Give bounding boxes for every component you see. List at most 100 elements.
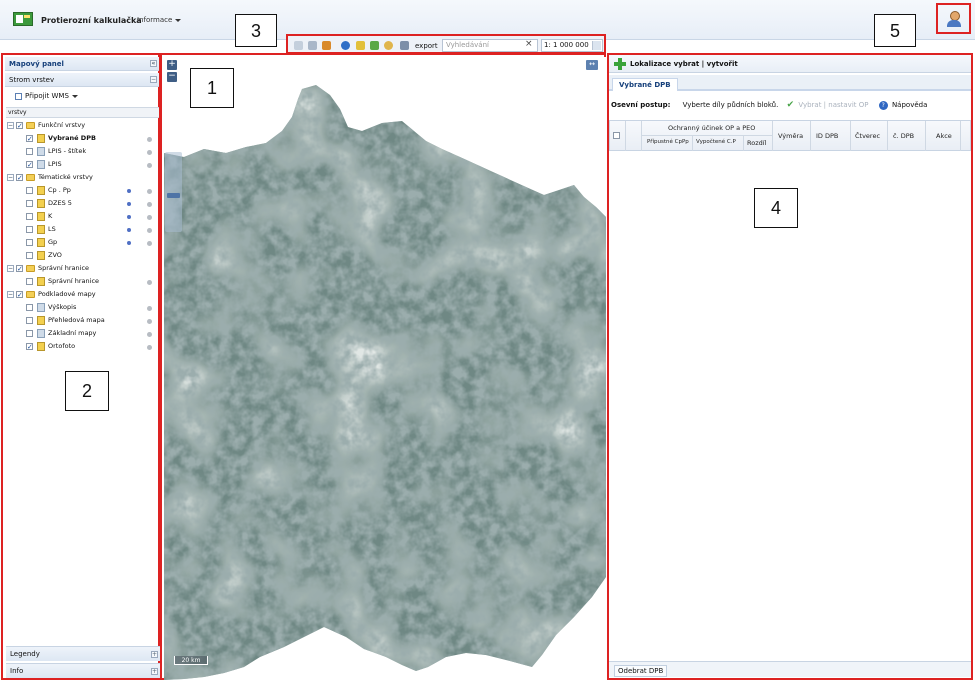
collapse-icon[interactable]: −	[7, 122, 14, 129]
plus-icon[interactable]: +	[151, 651, 158, 658]
layer-checkbox[interactable]	[26, 148, 33, 155]
orthophoto-map[interactable]	[164, 57, 606, 680]
layer-checkbox[interactable]	[26, 341, 33, 354]
zoom-search-icon[interactable]	[384, 41, 393, 50]
layer-settings-icon[interactable]	[147, 150, 152, 155]
layer-settings-icon[interactable]	[147, 332, 152, 337]
layer-legend-dot[interactable]	[127, 215, 131, 219]
select-all-checkbox[interactable]	[613, 132, 620, 139]
grid-col-number[interactable]: č. DPB	[893, 132, 914, 140]
layer-settings-icon[interactable]	[147, 163, 152, 168]
layer-checkbox[interactable]	[26, 226, 33, 233]
layer-group-row[interactable]: − Tématické vrstvy	[6, 171, 159, 185]
layer-settings-icon[interactable]	[147, 228, 152, 233]
grid-col-id[interactable]: ID DPB	[816, 132, 838, 140]
minus-icon[interactable]: −	[150, 76, 157, 83]
grid-col-area[interactable]: Výměra	[778, 132, 803, 140]
layer-settings-icon[interactable]	[147, 202, 152, 207]
layer-row[interactable]: Základní mapy	[6, 327, 159, 340]
zoom-slider[interactable]	[165, 152, 182, 232]
menu-informace[interactable]: Informace	[137, 16, 182, 24]
layer-checkbox[interactable]	[26, 330, 33, 337]
measure-area-icon[interactable]	[370, 41, 379, 50]
layer-legend-dot[interactable]	[127, 228, 131, 232]
select-op-button[interactable]: Vybrat | nastavit OP	[798, 101, 868, 109]
layer-row[interactable]: Vybrané DPB	[6, 132, 159, 146]
layer-settings-icon[interactable]	[147, 189, 152, 194]
collapse-icon[interactable]: «	[150, 60, 157, 67]
layer-checkbox[interactable]	[26, 187, 33, 194]
export-button[interactable]: export	[415, 42, 438, 50]
export-icon[interactable]	[400, 41, 409, 50]
layer-settings-icon[interactable]	[147, 280, 152, 285]
layer-checkbox[interactable]	[26, 252, 33, 259]
layer-checkbox[interactable]	[26, 304, 33, 311]
layer-checkbox[interactable]	[26, 159, 33, 172]
layer-row[interactable]: Výškopis	[6, 301, 159, 314]
zoom-slider-handle[interactable]	[167, 193, 180, 198]
layer-row[interactable]: LPIS - štítek	[6, 145, 159, 158]
layer-row[interactable]: Cp . Pp	[6, 184, 159, 197]
grid-col-square[interactable]: Čtverec	[855, 132, 880, 140]
zoom-in-button[interactable]: +	[167, 60, 177, 70]
info-header[interactable]: Info +	[6, 663, 160, 678]
layer-legend-dot[interactable]	[127, 202, 131, 206]
grid-col-computed[interactable]: Vypočtené C.P	[696, 139, 736, 145]
legend-header[interactable]: Legendy +	[6, 646, 160, 661]
layer-checkbox[interactable]	[26, 200, 33, 207]
layer-group-checkbox[interactable]	[16, 289, 23, 302]
grid-col-allowed[interactable]: Přípustné CpPp	[647, 139, 689, 145]
plus-icon[interactable]: +	[151, 668, 158, 675]
layer-settings-icon[interactable]	[147, 345, 152, 350]
layer-row[interactable]: Přehledová mapa	[6, 314, 159, 327]
collapse-icon[interactable]: −	[7, 265, 14, 272]
layer-row[interactable]: Ortofoto	[6, 340, 159, 354]
map-panel[interactable]: + −	[160, 53, 606, 680]
layer-group-row[interactable]: − Správní hranice	[6, 262, 159, 276]
grid-col-action[interactable]: Akce	[936, 132, 952, 140]
tree-header[interactable]: Strom vrstev −	[5, 73, 159, 87]
layer-row[interactable]: Gp	[6, 236, 159, 249]
layer-checkbox[interactable]	[26, 278, 33, 285]
layer-row[interactable]: LPIS	[6, 158, 159, 172]
layer-row[interactable]: DZES 5	[6, 197, 159, 210]
remove-dpb-button[interactable]: Odebrat DPB	[614, 665, 668, 677]
grid-col-diff[interactable]: Rozdíl	[747, 139, 766, 147]
layer-row[interactable]: LS	[6, 223, 159, 236]
user-account-button[interactable]	[936, 3, 971, 34]
layer-group-checkbox[interactable]	[16, 120, 23, 133]
layer-group-row[interactable]: − Podkladové mapy	[6, 288, 159, 302]
layer-checkbox[interactable]	[26, 213, 33, 220]
layer-row[interactable]: ZVO	[6, 249, 159, 262]
scale-select[interactable]: 1: 1 000 000	[541, 39, 603, 52]
layer-checkbox[interactable]	[26, 133, 33, 146]
layer-settings-icon[interactable]	[147, 215, 152, 220]
close-icon[interactable]: ×	[525, 39, 533, 49]
measure-line-icon[interactable]	[356, 41, 365, 50]
select-polygon-icon[interactable]	[308, 41, 317, 50]
connect-wms-button[interactable]: Připojit WMS	[15, 92, 78, 100]
layer-group-checkbox[interactable]	[16, 172, 23, 185]
layer-legend-dot[interactable]	[127, 189, 131, 193]
layer-legend-dot[interactable]	[127, 241, 131, 245]
help-link[interactable]: Nápověda	[892, 101, 927, 109]
layer-group-row[interactable]: − Funkční vrstvy	[6, 119, 159, 133]
search-input[interactable]: Vyhledávání	[442, 39, 538, 52]
info-icon[interactable]	[341, 41, 350, 50]
expand-map-button[interactable]: ↔	[586, 60, 598, 70]
collapse-icon[interactable]: −	[7, 174, 14, 181]
layer-row[interactable]: Správní hranice	[6, 275, 159, 288]
layer-checkbox[interactable]	[26, 317, 33, 324]
layer-group-checkbox[interactable]	[16, 263, 23, 276]
layer-settings-icon[interactable]	[147, 319, 152, 324]
layer-row[interactable]: K	[6, 210, 159, 223]
layer-settings-icon[interactable]	[147, 137, 152, 142]
pencil-icon[interactable]	[322, 41, 331, 50]
tab-vybrane-dpb[interactable]: Vybrané DPB	[612, 78, 678, 91]
layer-settings-icon[interactable]	[147, 306, 152, 311]
select-rect-icon[interactable]	[294, 41, 303, 50]
collapse-icon[interactable]: −	[7, 291, 14, 298]
localization-link[interactable]: Lokalizace vybrat | vytvořit	[630, 60, 738, 68]
plus-icon[interactable]	[614, 58, 626, 70]
layer-settings-icon[interactable]	[147, 241, 152, 246]
